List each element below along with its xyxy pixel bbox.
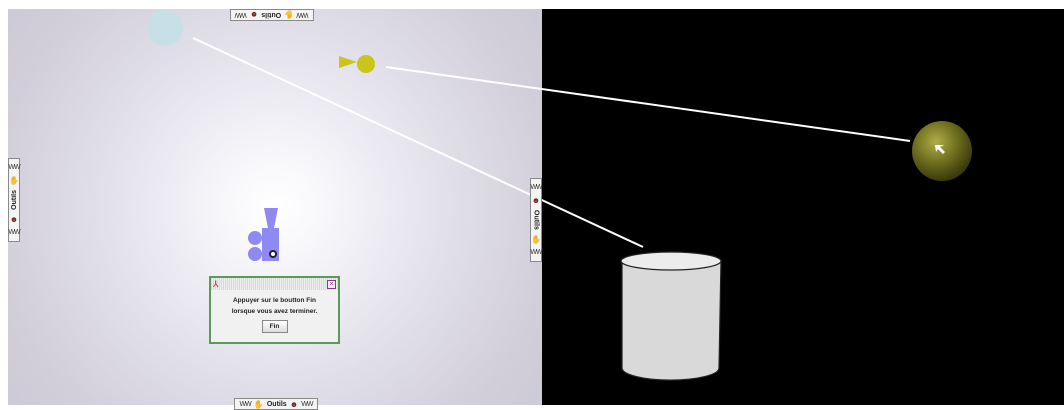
grey-cylinder[interactable]: [620, 251, 722, 381]
dialog-message: Appuyer sur le boutton Fin lorsque vous …: [211, 295, 338, 317]
zigzag-icon: WW: [239, 400, 252, 408]
face-icon[interactable]: ☻: [532, 196, 540, 205]
zigzag-icon: WW: [8, 228, 20, 236]
light-blue-circle-avatar[interactable]: [147, 10, 183, 46]
zigzag-icon: WW: [235, 11, 247, 19]
finish-dialog: ⅄ × Appuyer sur le boutton Fin lorsque v…: [209, 276, 340, 344]
fin-button[interactable]: Fin: [261, 320, 288, 333]
tools-tab-label: Outils: [10, 190, 18, 210]
tools-tab-label: Outils: [266, 400, 287, 408]
close-icon[interactable]: ×: [327, 279, 336, 289]
olive-sphere[interactable]: [912, 121, 972, 181]
hand-icon[interactable]: ✋: [284, 11, 294, 20]
app-logo-icon: ⅄: [213, 279, 219, 289]
tools-tab-label: Outils: [261, 11, 282, 19]
zigzag-icon: WW: [297, 11, 309, 19]
face-icon[interactable]: ☻: [290, 400, 298, 409]
dialog-message-line-1: Appuyer sur le boutton Fin: [232, 297, 317, 304]
zigzag-icon: WW: [301, 400, 313, 408]
left-workspace-panel[interactable]: [8, 9, 542, 405]
hand-icon[interactable]: ✋: [254, 400, 264, 409]
tools-tab-left[interactable]: WW ✋ Outils ☻ WW: [8, 158, 21, 242]
zigzag-icon: WW: [8, 164, 20, 172]
zigzag-icon: WW: [530, 248, 542, 256]
hand-icon[interactable]: ✋: [531, 235, 541, 244]
face-icon[interactable]: ☻: [10, 215, 18, 224]
tools-tab-bottom[interactable]: WW ✋ Outils ☻ WW: [234, 398, 318, 410]
zigzag-icon: WW: [530, 184, 542, 192]
face-icon[interactable]: ☻: [250, 11, 258, 20]
hand-icon[interactable]: ✋: [9, 176, 19, 185]
tools-tab-label: Outils: [532, 210, 540, 230]
dialog-titlebar[interactable]: ⅄ ×: [211, 278, 338, 290]
tools-tab-top[interactable]: WW ✋ Outils ☻ WW: [230, 9, 314, 21]
dialog-message-line-2: lorsque vous avez terminer.: [231, 308, 318, 315]
tools-tab-center[interactable]: WW ☻ Outils ✋ WW: [530, 178, 543, 262]
right-workspace-panel[interactable]: [542, 9, 1064, 405]
